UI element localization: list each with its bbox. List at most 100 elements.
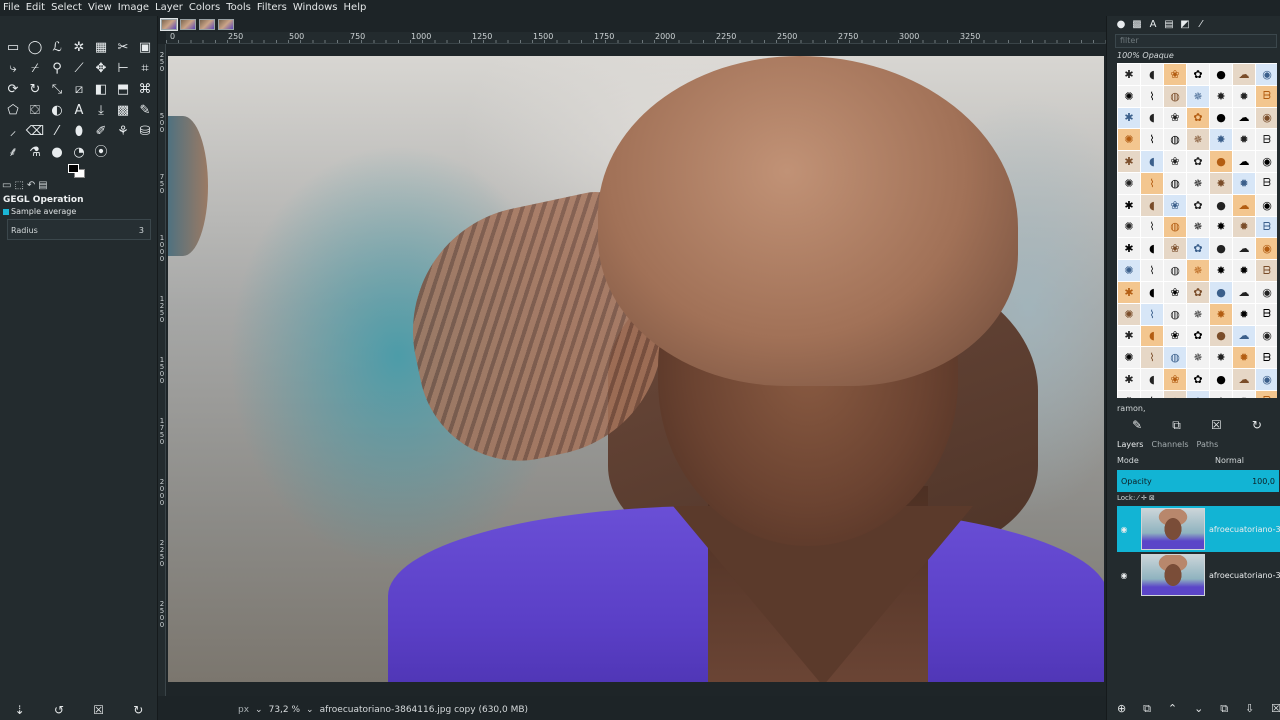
brush-preset[interactable]: ◉ [1256,281,1277,303]
image-tab-thumbnail[interactable] [160,17,178,31]
warp-transform-icon[interactable]: ⌘ [134,79,156,100]
align-icon[interactable]: ⊢ [112,58,134,79]
brush-preset[interactable]: ✸ [1210,85,1232,107]
brush-preset[interactable]: ✺ [1118,129,1140,151]
mode-selector[interactable]: Normal [1215,456,1244,465]
new-layer-group-icon[interactable]: ⧉ [1143,702,1151,716]
brush-preset[interactable]: ✿ [1187,151,1209,172]
blend-icon[interactable]: ▩ [112,100,134,121]
brush-preset[interactable]: ◍ [1164,303,1186,325]
gradients-tab-icon[interactable]: ◩ [1179,18,1191,30]
brush-preset[interactable]: ❀ [1164,64,1186,85]
duplicate-layer-icon[interactable]: ⧉ [1220,702,1228,716]
edit-brush-icon[interactable]: ✎ [1132,418,1142,433]
free-select-icon[interactable]: ℒ [46,37,68,58]
brush-preset[interactable]: ◍ [1164,347,1186,369]
rotate-icon[interactable]: ↻ [24,79,46,100]
menu-colors[interactable]: Colors [189,0,220,16]
ink-icon[interactable]: ⬮ [68,121,90,142]
unit-chevron-icon[interactable]: ⌄ [255,705,263,715]
brush-preset[interactable]: ✱ [1118,107,1140,129]
brush-preset[interactable]: ● [1210,151,1232,172]
brush-preset[interactable]: ✺ [1118,260,1140,281]
menu-layer[interactable]: Layer [155,0,183,16]
brush-preset[interactable]: ● [1210,238,1232,260]
canvas-area[interactable] [166,44,1106,696]
text-icon[interactable]: A [68,100,90,121]
brush-preset[interactable]: ◖ [1141,325,1163,347]
heal-icon[interactable]: ⤓ [90,100,112,121]
sharpen-icon[interactable]: ⦿ [90,142,112,163]
document-history-tab-icon[interactable]: ▤ [1163,18,1175,30]
shear-icon[interactable]: ⧄ [68,79,90,100]
radius-value[interactable]: 3 [139,226,144,235]
brush-preset[interactable]: ☁ [1233,64,1255,85]
flip-icon[interactable]: ◧ [90,79,112,100]
brush-preset[interactable]: ☁ [1233,194,1255,216]
brush-preset[interactable]: ☁ [1233,325,1255,347]
brush-preset[interactable]: ☁ [1233,107,1255,129]
anchor-layer-icon[interactable]: ⇩ [1245,702,1254,716]
brush-preset[interactable]: ✸ [1210,347,1232,369]
brush-preset[interactable]: ◖ [1141,194,1163,216]
opacity-value[interactable]: 100,0 [1252,477,1275,486]
reset-options-icon[interactable]: ↻ [133,703,143,717]
undo-history-tab-icon[interactable]: ↶ [27,180,35,194]
brush-preset[interactable]: ☁ [1233,369,1255,390]
delete-layer-icon[interactable]: ☒ [1271,702,1280,716]
dodge-burn-icon[interactable]: ⚗ [24,142,46,163]
scissors-icon[interactable]: ✂ [112,37,134,58]
brush-preset[interactable]: ⌇ [1141,85,1163,107]
color-picker-icon[interactable]: ⌿ [24,58,46,79]
brush-preset[interactable]: ❀ [1164,107,1186,129]
zoom-icon[interactable]: ⚲ [46,58,68,79]
brush-preset[interactable]: ◖ [1141,64,1163,85]
menu-edit[interactable]: Edit [26,0,45,16]
brush-preset[interactable]: ☁ [1233,151,1255,172]
blur-icon[interactable]: ● [46,142,68,163]
brush-preset[interactable]: ⌇ [1141,303,1163,325]
clone-icon[interactable]: ⚘ [112,121,134,142]
brush-preset[interactable]: ⌇ [1141,129,1163,151]
brush-preset[interactable]: ❀ [1164,325,1186,347]
new-layer-icon[interactable]: ⊕ [1117,702,1126,716]
brush-preset[interactable]: ◖ [1141,369,1163,390]
foreground-select-icon[interactable]: ▣ [134,37,156,58]
brush-preset[interactable]: ✸ [1210,390,1232,398]
brush-preset[interactable]: ᗷ [1256,390,1277,398]
zoom-chevron-icon[interactable]: ⌄ [306,705,314,715]
brush-preset[interactable]: ✵ [1187,85,1209,107]
layer-row[interactable]: ◉ afroecuatoriano-38 [1117,552,1280,598]
checkbox-checked-icon[interactable] [3,208,9,215]
patterns-tab-icon[interactable]: ▩ [1131,18,1143,30]
sample-average-checkbox[interactable]: Sample average [3,207,76,216]
brush-preset[interactable]: ✺ [1118,216,1140,238]
unified-transform-icon[interactable]: ⟳ [2,79,24,100]
brush-preset[interactable]: ᗷ [1256,216,1277,238]
fonts-tab-icon[interactable]: A [1147,18,1159,30]
brush-preset[interactable]: ❀ [1164,151,1186,172]
brush-preset[interactable]: ✺ [1118,172,1140,194]
crop-icon[interactable]: ⌗ [134,58,156,79]
brush-preset[interactable]: ⌇ [1141,390,1163,398]
brush-preset[interactable]: ✱ [1118,369,1140,390]
menu-image[interactable]: Image [118,0,149,16]
raise-layer-icon[interactable]: ⌃ [1168,702,1177,716]
brush-preset[interactable]: ✸ [1210,216,1232,238]
eraser-icon[interactable]: ⌫ [24,121,46,142]
tab-channels[interactable]: Channels [1151,440,1188,449]
bucket-fill-icon[interactable]: ⛋ [24,100,46,121]
menu-help[interactable]: Help [344,0,367,16]
lower-layer-icon[interactable]: ⌄ [1194,702,1203,716]
menu-select[interactable]: Select [51,0,82,16]
brush-preset[interactable]: ❀ [1164,281,1186,303]
brush-preset[interactable]: ☁ [1233,238,1255,260]
brush-preset[interactable]: ✹ [1233,129,1255,151]
radius-slider[interactable]: Radius 3 [7,219,151,240]
menu-windows[interactable]: Windows [293,0,338,16]
tab-layers[interactable]: Layers [1117,440,1143,449]
brush-preset[interactable]: ✺ [1118,347,1140,369]
brush-preset[interactable]: ◖ [1141,107,1163,129]
brush-preset[interactable]: ᗷ [1256,303,1277,325]
brush-preset[interactable]: ☁ [1233,281,1255,303]
